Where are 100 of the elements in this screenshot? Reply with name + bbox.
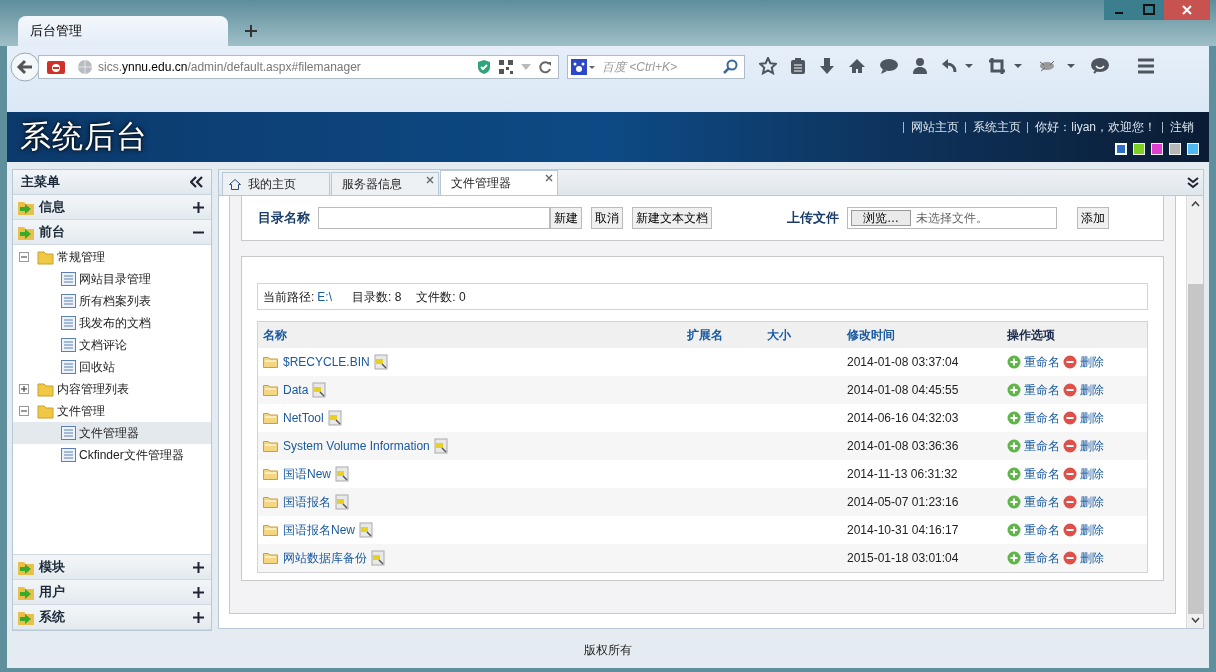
delete-link[interactable]: 删除	[1080, 521, 1104, 539]
theme-swatch[interactable]	[1169, 143, 1181, 155]
delete-link[interactable]: 删除	[1080, 353, 1104, 371]
close-icon[interactable]	[545, 174, 553, 182]
collapse-box-icon[interactable]	[19, 252, 29, 262]
clipboard-icon[interactable]	[790, 57, 806, 75]
rename-link[interactable]: 重命名	[1024, 409, 1060, 427]
menu-section[interactable]: 模块	[13, 555, 211, 580]
theme-swatch[interactable]	[1133, 143, 1145, 155]
tree-item[interactable]: 文件管理器	[13, 422, 211, 444]
rename-link[interactable]: 重命名	[1024, 549, 1060, 567]
smiley-icon[interactable]	[1090, 57, 1110, 75]
scrollbar[interactable]	[1186, 196, 1203, 628]
maximize-icon[interactable]	[1134, 0, 1164, 20]
column-header[interactable]: 扩展名	[687, 328, 723, 342]
star-icon[interactable]	[759, 57, 777, 75]
header-link[interactable]: 系统主页	[973, 118, 1022, 136]
add-button[interactable]: 添加	[1077, 207, 1109, 229]
delete-link[interactable]: 删除	[1080, 549, 1104, 567]
folder-link[interactable]: 国语New	[283, 465, 331, 483]
scroll-down-icon[interactable]	[1190, 617, 1200, 623]
tree-item[interactable]: 网站目录管理	[13, 268, 211, 290]
menu-section[interactable]: 用户	[13, 580, 211, 605]
search-field[interactable]: 百度 <Ctrl+K>	[567, 55, 745, 79]
close-icon[interactable]	[1164, 0, 1210, 20]
file-input[interactable]: 浏览… 未选择文件。	[847, 207, 1057, 229]
path-link[interactable]: E:\	[317, 287, 332, 306]
folder-link[interactable]: 国语报名New	[283, 521, 355, 539]
column-header[interactable]: 大小	[767, 328, 791, 342]
folder-link[interactable]: 网站数据库备份	[283, 549, 367, 567]
tree-item[interactable]: 常规管理	[57, 248, 105, 266]
folder-link[interactable]: 国语报名	[283, 493, 331, 511]
crop-icon[interactable]	[988, 57, 1024, 75]
browse-button[interactable]: 浏览…	[851, 210, 911, 226]
search-engine-icon[interactable]	[570, 58, 596, 76]
home-icon[interactable]	[848, 58, 866, 74]
tree-item[interactable]: 文档评论	[13, 334, 211, 356]
scrollbar-thumb[interactable]	[1187, 284, 1203, 614]
tree-item[interactable]: 我发布的文档	[13, 312, 211, 334]
delete-link[interactable]: 删除	[1080, 381, 1104, 399]
preview-icon[interactable]	[334, 466, 350, 482]
back-icon[interactable]	[10, 52, 40, 82]
theme-swatch[interactable]	[1187, 143, 1199, 155]
theme-swatch[interactable]	[1151, 143, 1163, 155]
folder-link[interactable]: NetTool	[283, 409, 324, 427]
tree-item[interactable]: 回收站	[13, 356, 211, 378]
content-tab[interactable]: 服务器信息	[331, 172, 439, 195]
form-button[interactable]: 新建	[550, 207, 582, 229]
reload-icon[interactable]	[538, 60, 552, 74]
column-header[interactable]: 修改时间	[847, 328, 895, 342]
record-icon[interactable]	[45, 59, 67, 75]
rename-link[interactable]: 重命名	[1024, 521, 1060, 539]
minimize-icon[interactable]	[1104, 0, 1134, 20]
content-tab[interactable]: 我的主页	[222, 172, 330, 195]
browser-tab[interactable]: 后台管理	[18, 16, 228, 46]
rename-link[interactable]: 重命名	[1024, 465, 1060, 483]
form-button[interactable]: 新建文本文档	[632, 207, 712, 229]
collapse-box-icon[interactable]	[19, 406, 29, 416]
tree-item[interactable]: 内容管理列表	[57, 380, 129, 398]
column-header[interactable]: 名称	[263, 328, 287, 342]
delete-link[interactable]: 删除	[1080, 493, 1104, 511]
folder-link[interactable]: $RECYCLE.BIN	[283, 353, 370, 371]
menu-section[interactable]: 前台	[13, 220, 211, 245]
delete-link[interactable]: 删除	[1080, 437, 1104, 455]
collapse-icon[interactable]	[190, 176, 203, 188]
person-icon[interactable]	[912, 57, 928, 75]
menu-icon[interactable]	[1137, 58, 1155, 74]
expand-box-icon[interactable]	[19, 384, 29, 394]
plus-circle-icon	[1007, 411, 1021, 425]
tree-item[interactable]: Ckfinder文件管理器	[13, 444, 211, 466]
delete-link[interactable]: 删除	[1080, 465, 1104, 483]
rename-link[interactable]: 重命名	[1024, 493, 1060, 511]
new-tab-icon[interactable]	[244, 24, 258, 38]
qr-code-icon[interactable]	[498, 59, 514, 75]
chevron-down-icon[interactable]	[1187, 177, 1199, 189]
header-link[interactable]: 网站主页	[911, 118, 960, 136]
search-icon[interactable]	[722, 59, 738, 75]
directory-name-field[interactable]	[318, 207, 550, 229]
menu-section[interactable]: 信息	[13, 195, 211, 220]
tree-item[interactable]: 所有档案列表	[13, 290, 211, 312]
rename-link[interactable]: 重命名	[1024, 437, 1060, 455]
search-input[interactable]: 百度 <Ctrl+K>	[602, 58, 722, 76]
delete-link[interactable]: 删除	[1080, 409, 1104, 427]
preview-icon[interactable]	[358, 522, 374, 538]
folder-link[interactable]: Data	[283, 381, 309, 399]
close-icon[interactable]	[426, 176, 434, 184]
menu-section[interactable]: 系统	[13, 605, 211, 630]
folder-link[interactable]: System Volume Information	[283, 437, 430, 455]
scroll-up-icon[interactable]	[1190, 201, 1200, 207]
form-button[interactable]: 取消	[591, 207, 623, 229]
tree-item[interactable]: 文件管理	[57, 402, 105, 420]
header-link[interactable]: 注销	[1170, 118, 1194, 136]
rename-link[interactable]: 重命名	[1024, 353, 1060, 371]
preview-icon[interactable]	[326, 410, 343, 426]
content-tab[interactable]: 文件管理器	[440, 170, 558, 195]
download-icon[interactable]	[819, 57, 835, 75]
speech-bubble-icon[interactable]	[879, 58, 899, 74]
preview-icon[interactable]	[372, 354, 389, 370]
rename-link[interactable]: 重命名	[1024, 381, 1060, 399]
undo-icon[interactable]	[941, 58, 975, 74]
